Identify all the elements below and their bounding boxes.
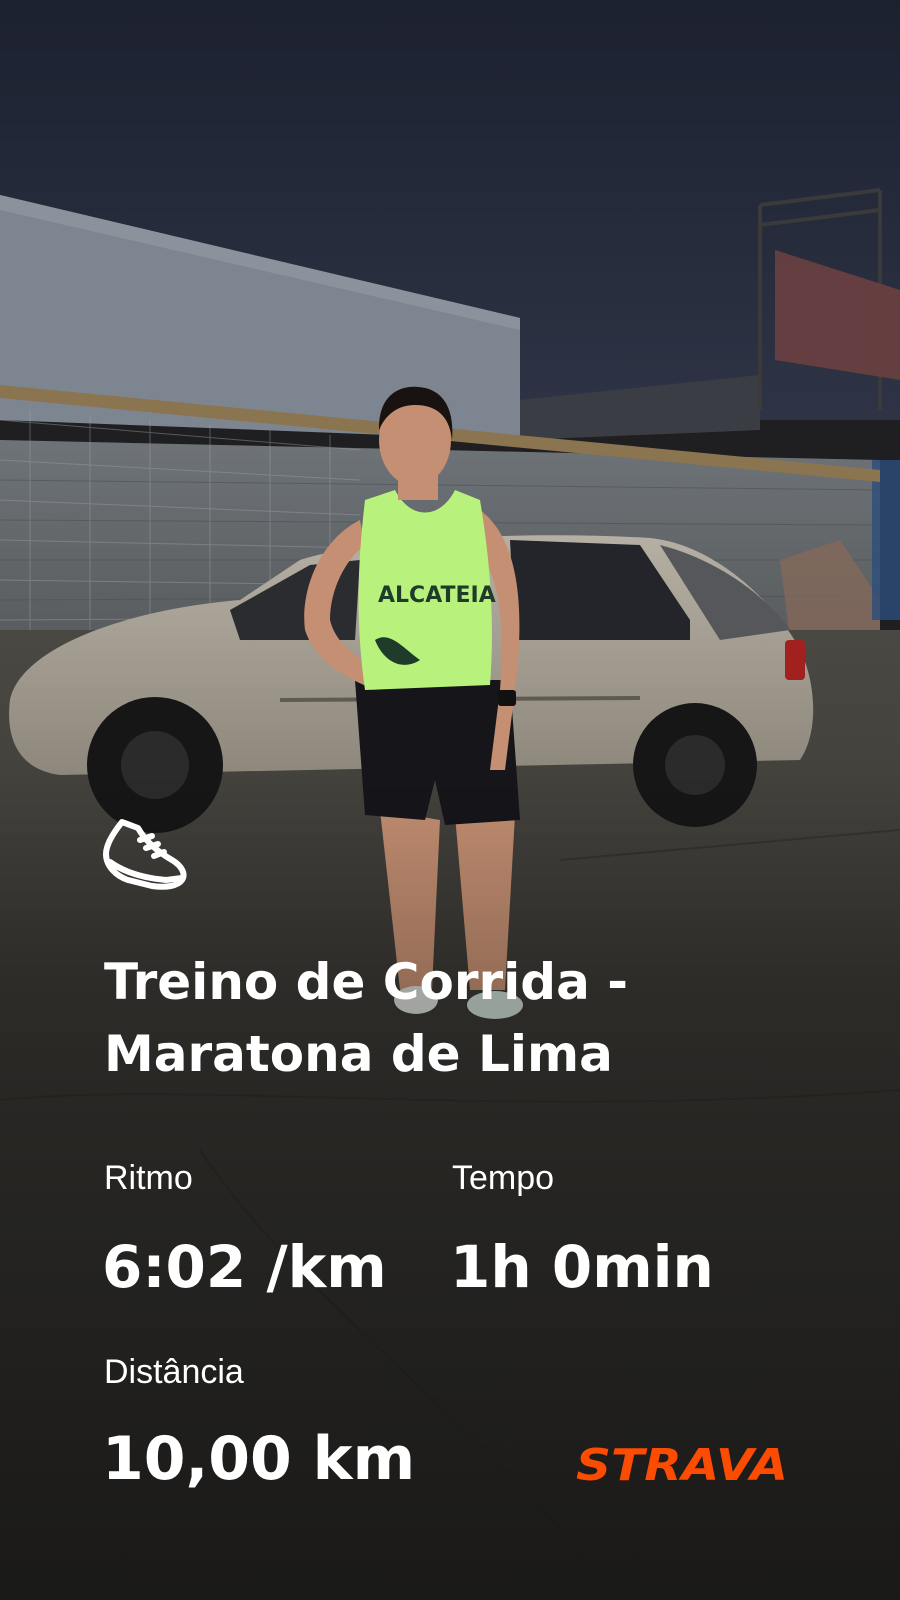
strava-logo: STRAVA: [576, 1440, 788, 1484]
activity-title: Treino de Corrida - Maratona de Lima: [104, 953, 628, 1083]
pace-label: Ritmo: [104, 1159, 193, 1197]
pace-value: 6:02 /km: [102, 1233, 387, 1301]
time-value: 1h 0min: [450, 1233, 714, 1301]
distance-label: Distância: [104, 1353, 244, 1391]
activity-share-card: ALCATEIA Treino de Corrida - Maratona de…: [0, 0, 900, 1600]
time-label: Tempo: [452, 1159, 555, 1197]
running-shoe-icon: [103, 819, 187, 890]
strava-wordmark: STRAVA: [576, 1440, 788, 1484]
distance-value: 10,00 km: [102, 1424, 416, 1494]
